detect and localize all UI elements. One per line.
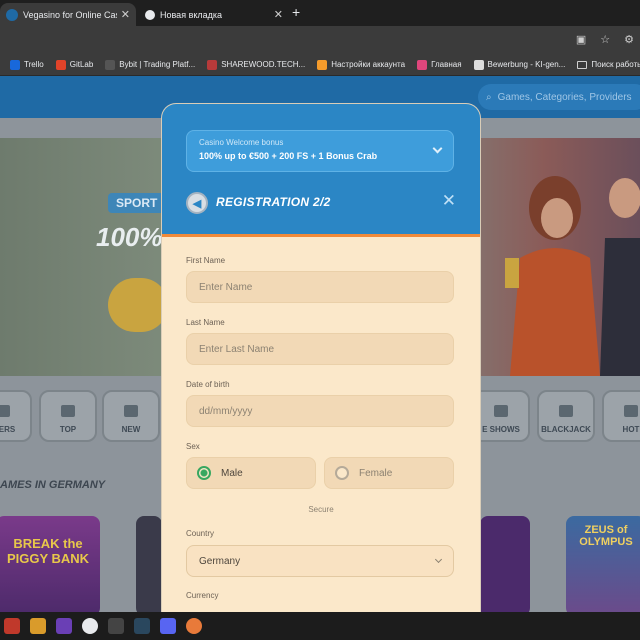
back-button[interactable]: ◀ (186, 192, 208, 214)
providers-icon (0, 405, 10, 417)
radio-selected-icon (197, 466, 211, 480)
app-icon[interactable] (56, 618, 72, 634)
bonus-label: Casino Welcome bonus (199, 138, 284, 147)
modal-title: REGISTRATION 2/2 (216, 195, 331, 209)
banner-tag: SPORT (108, 193, 166, 213)
extension-icon[interactable]: ⚙ (624, 33, 634, 46)
spade-icon (559, 405, 573, 417)
dob-input[interactable]: dd/mm/yyyy (186, 395, 454, 427)
banner-headline: 100% (96, 222, 163, 252)
country-label: Country (186, 529, 215, 538)
chevron-down-icon (434, 555, 443, 564)
category-game-shows[interactable]: E SHOWS (472, 390, 530, 442)
bewerbung-icon (473, 59, 484, 70)
bookmark-home[interactable]: Главная (417, 59, 462, 70)
steam-icon[interactable] (134, 618, 150, 634)
microphone-icon (494, 405, 508, 417)
bookmark-gitlab[interactable]: GitLab (55, 59, 93, 70)
chrome-icon[interactable] (82, 618, 98, 634)
bybit-icon (105, 59, 116, 70)
game-tile[interactable]: BREAK the PIGGY BANK (0, 516, 100, 612)
bonus-offer: 100% up to €500 + 200 FS + 1 Bonus Crab (199, 151, 378, 161)
category-new[interactable]: NEW (102, 390, 160, 442)
registration-modal: Casino Welcome bonus 100% up to €500 + 2… (162, 104, 480, 612)
search-icon: ⌕ (486, 91, 492, 103)
discord-icon[interactable] (160, 618, 176, 634)
bookmark-account-settings[interactable]: Настройки аккаунта (317, 59, 405, 70)
translate-icon[interactable]: ▣ (576, 33, 586, 46)
tab-title: Vegasino for Online Casino and (23, 9, 117, 20)
new-tab-button[interactable]: + (292, 4, 300, 20)
toolbar-icons: ▣ ☆ ⚙ (576, 33, 634, 46)
sex-female-option[interactable]: Female (324, 457, 454, 489)
app-icon[interactable] (4, 618, 20, 634)
bookmark-sharewood[interactable]: SHAREWOOD.TECH... (207, 59, 305, 70)
tab-new[interactable]: Новая вкладка ✕ (139, 3, 289, 26)
site-search-input[interactable]: ⌕ Games, Categories, Providers (478, 84, 640, 110)
fire-icon (624, 405, 638, 417)
category-top[interactable]: TOP (39, 390, 97, 442)
first-name-label: First Name (186, 256, 226, 265)
home-site-icon (417, 59, 428, 70)
game-tile[interactable] (136, 516, 162, 612)
gitlab-icon (55, 59, 66, 70)
os-taskbar (0, 612, 640, 640)
browser-tab-strip: Vegasino for Online Casino and ✕ Новая в… (0, 0, 640, 26)
folder-icon (577, 60, 588, 69)
sex-male-option[interactable]: Male (186, 457, 316, 489)
app-icon[interactable] (186, 618, 202, 634)
last-name-label: Last Name (186, 318, 225, 327)
tab-title: Новая вкладка (160, 9, 223, 20)
bookmark-trello[interactable]: Trello (10, 59, 44, 70)
game-title: ZEUS of OLYMPUS (579, 524, 633, 548)
app-icon[interactable] (108, 618, 124, 634)
bonus-dropdown[interactable]: Casino Welcome bonus 100% up to €500 + 2… (186, 130, 454, 172)
banner-hero-image (505, 176, 640, 376)
tab-close-icon[interactable]: ✕ (121, 8, 130, 21)
address-bar[interactable]: / ▣ ☆ ⚙ (0, 26, 640, 54)
lightning-icon (124, 405, 138, 417)
trello-icon (10, 59, 20, 70)
category-blackjack[interactable]: BLACKJACK (537, 390, 595, 442)
tab-close-icon[interactable]: ✕ (274, 8, 283, 21)
close-icon[interactable]: ✕ (442, 191, 456, 211)
chrome-favicon-icon (145, 9, 155, 20)
bookmark-bewerbung[interactable]: Bewerbung - KI-gen... (473, 59, 565, 70)
vegasino-favicon-icon (6, 8, 18, 21)
game-title: BREAK the PIGGY BANK (6, 536, 90, 566)
bookmark-star-icon[interactable]: ☆ (600, 33, 610, 46)
game-tile[interactable] (480, 516, 530, 612)
dob-label: Date of birth (186, 380, 230, 389)
arrow-left-icon: ◀ (192, 197, 202, 210)
crown-icon (61, 405, 75, 417)
secure-divider: Secure (308, 505, 334, 514)
last-name-input[interactable]: Enter Last Name (186, 333, 454, 365)
country-select[interactable]: Germany (186, 545, 454, 577)
game-tile[interactable]: ZEUS of OLYMPUS (566, 516, 640, 612)
sex-label: Sex (186, 442, 200, 451)
bookmark-folder-jobs[interactable]: Поиск работы (577, 60, 640, 69)
first-name-input[interactable]: Enter Name (186, 271, 454, 303)
account-settings-icon (317, 59, 328, 70)
currency-label: Currency (186, 591, 219, 600)
app-icon[interactable] (30, 618, 46, 634)
registration-form: First Name Enter Name Last Name Enter La… (162, 237, 480, 612)
modal-header: Casino Welcome bonus 100% up to €500 + 2… (162, 104, 480, 234)
category-providers[interactable]: IDERS (0, 390, 32, 442)
section-title: AMES IN GERMANY (0, 479, 106, 491)
banner-cta-button[interactable] (108, 278, 168, 332)
bookmarks-bar: Trello GitLab Bybit | Trading Platf... S… (0, 54, 640, 76)
bookmark-bybit[interactable]: Bybit | Trading Platf... (105, 59, 195, 70)
radio-icon (335, 466, 349, 480)
tab-vegasino[interactable]: Vegasino for Online Casino and ✕ (0, 3, 136, 26)
category-hot[interactable]: HOT (602, 390, 640, 442)
sharewood-icon (207, 59, 218, 70)
